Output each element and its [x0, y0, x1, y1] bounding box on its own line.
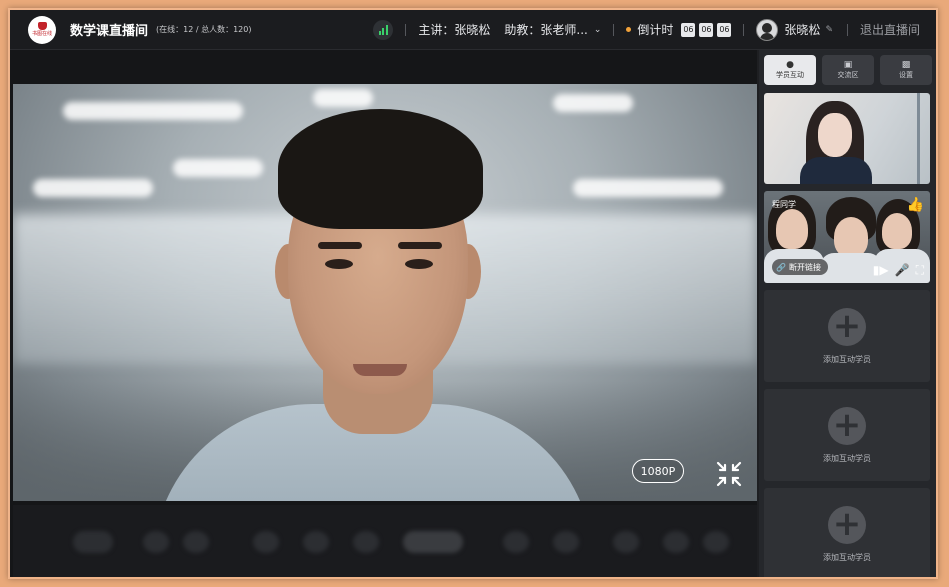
- plus-icon[interactable]: +: [828, 307, 866, 346]
- disconnect-link-button[interactable]: 🔗 断开链接: [772, 259, 828, 275]
- settings-icon: ▩: [901, 60, 911, 70]
- microphone-icon[interactable]: 🎤: [895, 263, 910, 277]
- brand-logo: 书图在线: [28, 15, 56, 44]
- main-stage: 1080P: [10, 50, 757, 577]
- room-title: 数学课直播间: [70, 24, 149, 39]
- exit-fullscreen-icon[interactable]: [716, 461, 742, 487]
- add-student-slot-3[interactable]: + 添加互动学员: [764, 488, 930, 577]
- tab-label: 学员互动: [776, 71, 804, 79]
- link-icon: 🔗: [776, 262, 786, 272]
- exit-room-button[interactable]: 退出直播间: [860, 21, 920, 38]
- edit-icon[interactable]: ✎: [825, 25, 833, 35]
- fullscreen-icon[interactable]: ⛶: [916, 263, 924, 277]
- online-counts: (在线：12 / 总人数：120): [156, 25, 252, 34]
- signal-strength-icon: [373, 19, 394, 40]
- live-room-window: 书图在线 数学课直播间 (在线：12 / 总人数：120) 主讲：张晓松 助教：…: [8, 8, 938, 579]
- tab-label: 交流区: [837, 71, 859, 79]
- countdown-seconds: 06: [717, 22, 732, 37]
- countdown-label: 倒计时: [637, 23, 674, 37]
- add-student-label: 添加互动学员: [823, 453, 871, 463]
- logo-mark-icon: [37, 22, 47, 30]
- sidebar-tabs: ● 学员互动 ▣ 交流区 ▩ 设置: [764, 55, 932, 85]
- plus-icon[interactable]: +: [828, 406, 866, 445]
- assistant-dropdown[interactable]: 助教：张老师...: [504, 21, 587, 38]
- tab-student-interaction[interactable]: ● 学员互动: [764, 55, 816, 85]
- tab-settings[interactable]: ▩ 设置: [880, 55, 932, 85]
- user-avatar[interactable]: [756, 18, 779, 41]
- student-controls: ▮▶ 🎤 ⛶: [873, 263, 924, 277]
- student-video-2[interactable]: 程同学 👍 🔗 断开链接 ▮▶ 🎤 ⛶: [764, 191, 930, 283]
- add-student-slot-2[interactable]: + 添加互动学员: [764, 389, 930, 481]
- tab-discussion[interactable]: ▣ 交流区: [822, 55, 874, 85]
- add-student-slot-1[interactable]: + 添加互动学员: [764, 290, 930, 382]
- plus-icon[interactable]: +: [828, 505, 866, 544]
- message-icon: ▣: [843, 60, 853, 70]
- add-student-label: 添加互动学员: [823, 354, 871, 364]
- bottom-toolbar: [13, 505, 757, 577]
- interaction-sidebar: ● 学员互动 ▣ 交流区 ▩ 设置 程同学 👍 🔗 断开链接 ▮▶ 🎤 ⛶ + …: [759, 50, 936, 577]
- top-bar: 书图在线 数学课直播间 (在线：12 / 总人数：120) 主讲：张晓松 助教：…: [10, 10, 936, 50]
- chat-bubble-icon: ●: [786, 60, 794, 70]
- disconnect-label: 断开链接: [788, 262, 821, 272]
- lecturer-label: 主讲：张晓松: [418, 23, 491, 37]
- add-student-label: 添加互动学员: [823, 552, 871, 562]
- student-video-1[interactable]: [764, 93, 930, 184]
- tab-label: 设置: [899, 71, 913, 79]
- countdown-dot-icon: [626, 27, 632, 32]
- chevron-down-icon[interactable]: ⌄: [594, 25, 602, 35]
- resolution-button[interactable]: 1080P: [632, 459, 684, 483]
- user-name: 张晓松: [784, 23, 821, 37]
- countdown-hours: 06: [681, 22, 696, 37]
- logo-text: 书图在线: [31, 31, 52, 37]
- camera-icon[interactable]: ▮▶: [873, 263, 889, 277]
- thumbs-up-icon[interactable]: 👍: [907, 197, 924, 213]
- presenter-hair: [278, 109, 483, 229]
- student-name: 程同学: [772, 200, 796, 209]
- countdown-minutes: 06: [699, 22, 714, 37]
- lecturer-video[interactable]: 1080P: [13, 84, 757, 501]
